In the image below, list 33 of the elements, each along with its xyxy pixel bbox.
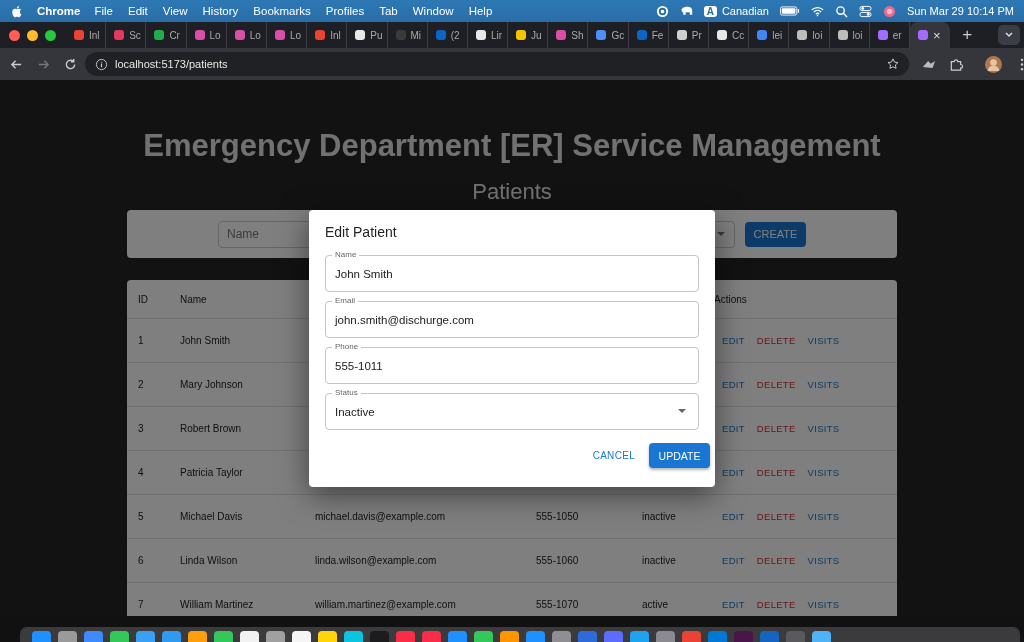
table-cell: Robert Brown: [180, 423, 242, 434]
table-cell: 2: [138, 379, 144, 390]
table-cell: william.martinez@example.com: [315, 599, 456, 610]
table-cell: William Martinez: [180, 599, 254, 610]
table-cell: Mary Johnson: [180, 379, 243, 390]
column-header: ID: [138, 293, 148, 305]
table-cell: 555-1060: [536, 555, 579, 566]
field-label: Email: [332, 296, 358, 306]
field-label: Name: [332, 250, 360, 260]
table-cell: 555-1070: [536, 599, 579, 610]
dialog-title: Edit Patient: [325, 224, 398, 240]
table-cell: 3: [138, 423, 144, 434]
table-cell: linda.wilson@example.com: [315, 555, 437, 566]
field-label: Phone: [332, 342, 362, 352]
table-cell: Linda Wilson: [180, 555, 238, 566]
field-label: Status: [332, 388, 361, 398]
table-cell: inactive: [642, 511, 676, 522]
table-cell: michael.davis@example.com: [315, 511, 446, 522]
table-cell: 5: [138, 511, 144, 522]
table-cell: 6: [138, 555, 144, 566]
table-cell: 4: [138, 467, 144, 478]
table-cell: 555-1050: [536, 511, 579, 522]
table-cell: John Smith: [180, 335, 231, 346]
column-header: Actions: [714, 293, 747, 305]
section-title: Patients: [471, 179, 553, 205]
page-title: Emergency Department [ER] Service Management: [142, 127, 882, 165]
table-cell: 1: [138, 335, 144, 346]
table-cell: Michael Davis: [180, 511, 243, 522]
table-cell: Patricia Taylor: [180, 467, 243, 478]
table-cell: active: [642, 599, 669, 610]
column-header: Name: [180, 293, 207, 305]
table-cell: 7: [138, 599, 144, 610]
table-cell: inactive: [642, 555, 676, 566]
